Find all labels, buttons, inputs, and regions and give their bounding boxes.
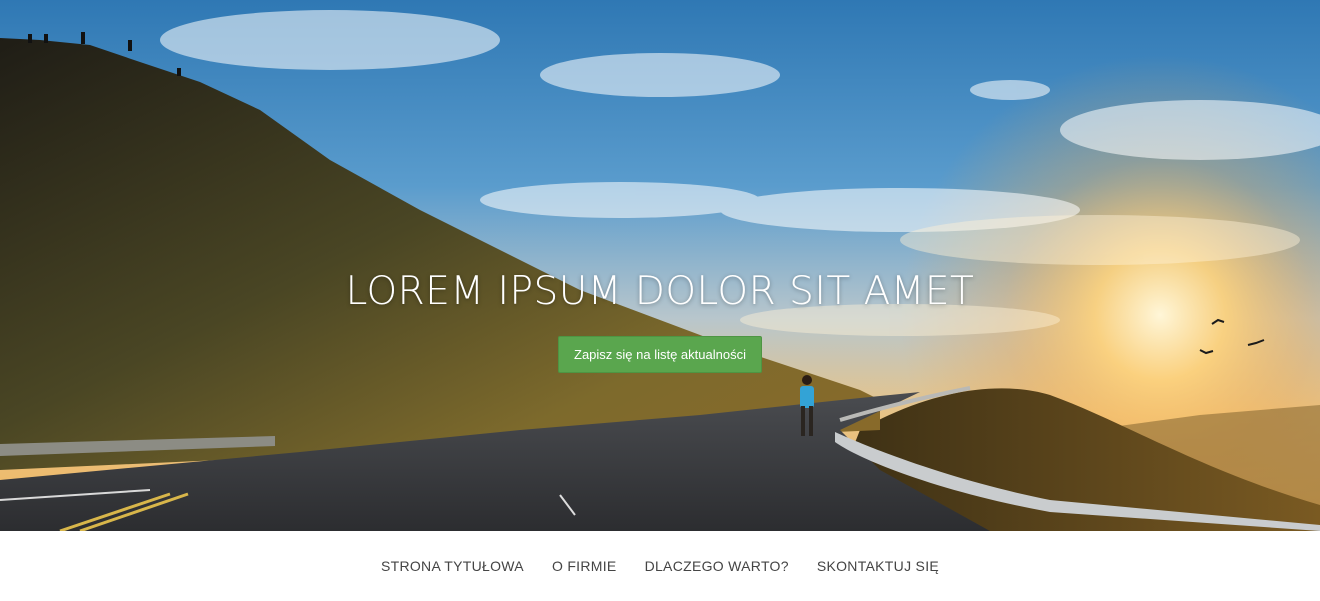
subscribe-button[interactable]: Zapisz się na listę aktualności [558,336,762,373]
hero-title: LOREM IPSUM DOLOR SIT AMET [345,269,975,314]
main-navigation: STRONA TYTUŁOWA O FIRMIE DLACZEGO WARTO?… [0,531,1320,601]
hero-section: LOREM IPSUM DOLOR SIT AMET Zapisz się na… [0,0,1320,531]
nav-item-why[interactable]: DLACZEGO WARTO? [645,554,789,578]
nav-item-contact[interactable]: SKONTAKTUJ SIĘ [817,554,939,578]
page: LOREM IPSUM DOLOR SIT AMET Zapisz się na… [0,0,1320,601]
nav-item-about[interactable]: O FIRMIE [552,554,617,578]
nav-item-home[interactable]: STRONA TYTUŁOWA [381,554,524,578]
